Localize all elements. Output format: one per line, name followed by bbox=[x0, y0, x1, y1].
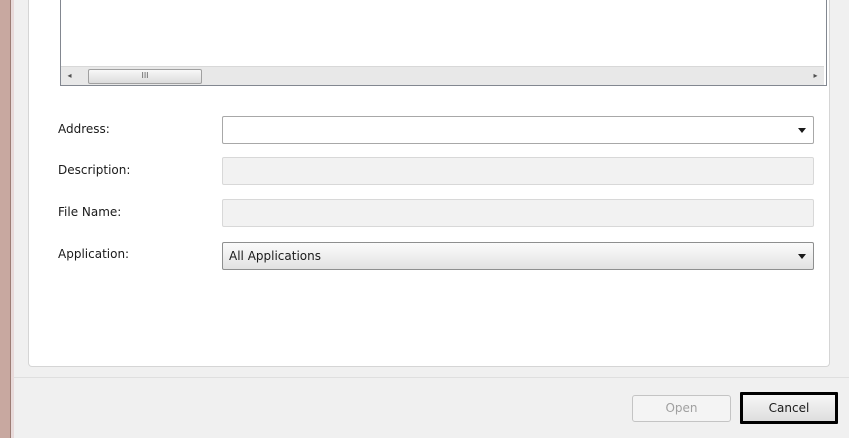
open-button[interactable]: Open bbox=[632, 395, 731, 422]
scroll-thumb[interactable]: III bbox=[88, 69, 202, 84]
application-value: All Applications bbox=[229, 249, 321, 263]
address-dropdown-icon[interactable] bbox=[798, 128, 806, 133]
footer-divider bbox=[14, 377, 849, 378]
file-name-field bbox=[222, 199, 814, 227]
address-combo[interactable] bbox=[222, 116, 814, 144]
scroll-grip-icon: III bbox=[141, 71, 149, 80]
scroll-right-icon[interactable]: ▸ bbox=[807, 67, 824, 85]
address-label: Address: bbox=[58, 122, 110, 136]
scroll-left-icon[interactable]: ◂ bbox=[61, 67, 78, 85]
cancel-button[interactable]: Cancel bbox=[740, 392, 838, 424]
description-field bbox=[222, 157, 814, 185]
application-label: Application: bbox=[58, 247, 130, 261]
description-label: Description: bbox=[58, 163, 131, 177]
horizontal-scrollbar[interactable]: ◂ III ▸ bbox=[61, 66, 824, 85]
application-dropdown-icon[interactable] bbox=[798, 254, 806, 259]
application-select[interactable]: All Applications bbox=[222, 242, 814, 270]
file-name-label: File Name: bbox=[58, 205, 122, 219]
